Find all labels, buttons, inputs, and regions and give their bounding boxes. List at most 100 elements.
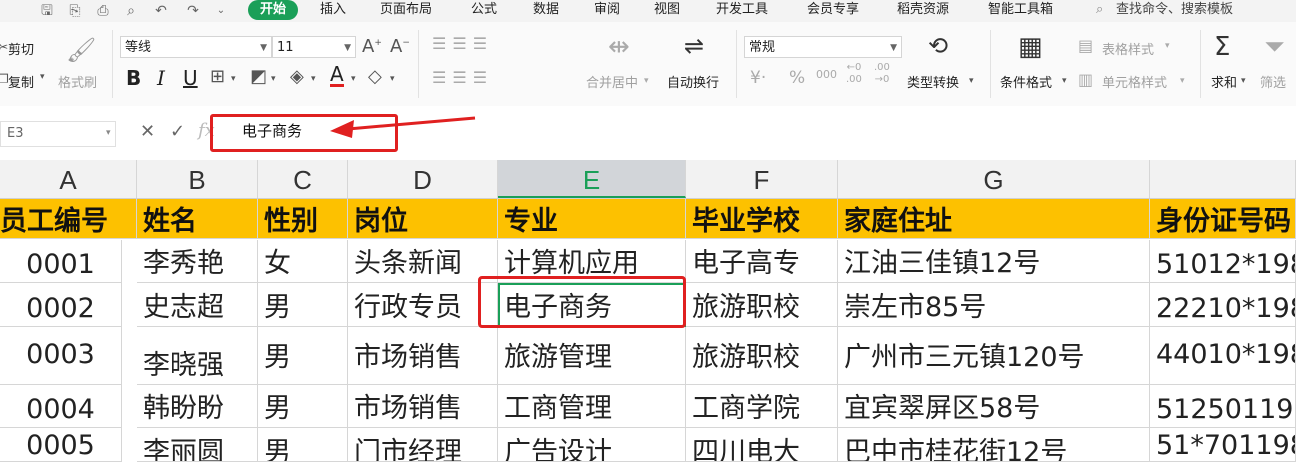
table-cell[interactable]: 0003 [0,327,122,385]
column-header-d[interactable]: D [348,160,498,198]
cancel-icon[interactable]: ✕ [140,121,155,142]
border-icon[interactable]: ⊞ [210,66,225,87]
table-style-button[interactable]: 表格样式 [1102,39,1154,58]
column-header-a[interactable]: A [0,160,137,198]
chevron-down-icon[interactable]: ▾ [1180,76,1185,86]
tab-docer-resources[interactable]: 稻壳资源 [897,0,949,22]
column-header-f[interactable]: F [686,160,838,198]
cell-style-icon[interactable]: ▥ [1078,70,1093,89]
chevron-down-icon[interactable]: ▾ [231,74,236,84]
chevron-down-icon[interactable]: ▾ [351,74,356,84]
underline-icon[interactable]: U [183,66,198,90]
chevron-down-icon[interactable]: ▾ [969,76,974,86]
chevron-down-icon[interactable]: ▾ [1062,76,1067,86]
scissors-icon[interactable]: ✂ [0,40,8,54]
tab-smart-toolbox[interactable]: 智能工具箱 [988,0,1053,22]
thousands-icon[interactable]: 000 [816,68,837,81]
tab-view[interactable]: 视图 [654,0,680,22]
table-cell[interactable]: 广告设计 [498,428,686,462]
print-icon[interactable]: ⎙ [94,2,112,20]
table-cell[interactable]: 0002 [0,283,122,327]
chevron-down-icon[interactable]: ▾ [106,128,111,138]
column-header-g[interactable]: G [838,160,1150,198]
font-size-select[interactable]: 11 ▼ [272,36,356,58]
column-header-h[interactable] [1150,160,1296,198]
tab-developer[interactable]: 开发工具 [716,0,768,22]
number-format-select[interactable]: 常规 ▼ [744,36,902,58]
merge-center-button[interactable]: 合并居中 [586,72,638,91]
format-painter-icon[interactable]: 🖌 [66,36,96,64]
type-convert-icon[interactable]: ⟲ [928,32,948,60]
type-convert-button[interactable]: 类型转换 [907,72,959,91]
sum-button[interactable]: 求和 [1211,72,1237,91]
table-cell[interactable]: 李秀艳 [137,240,258,283]
table-cell[interactable]: 旅游职校 [686,283,838,327]
cell-style-button[interactable]: 单元格样式 [1102,72,1167,91]
chevron-down-icon[interactable]: ▾ [1241,76,1246,86]
table-cell[interactable]: 韩盼盼 [137,385,258,428]
tab-review[interactable]: 审阅 [594,0,620,22]
cut-button[interactable]: 剪切 [8,39,34,58]
table-cell[interactable]: 0001 [0,240,122,283]
table-cell[interactable]: 51012*198 [1150,240,1296,283]
copy-button[interactable]: 复制 [8,72,34,91]
merge-center-icon[interactable]: ⇹ [608,32,630,62]
column-header-b[interactable]: B [137,160,258,198]
horizontal-align-icons[interactable]: ☰☰☰ [432,68,493,87]
percent-icon[interactable]: % [789,68,805,88]
header-cell[interactable]: 毕业学校 [686,199,838,239]
tab-formulas[interactable]: 公式 [471,0,497,22]
search-icon[interactable]: ⌕ [1096,0,1103,22]
table-cell[interactable]: 头条新闻 [348,240,498,283]
chevron-down-icon[interactable]: ▾ [390,74,395,84]
header-cell[interactable]: 性别 [258,199,348,239]
table-cell[interactable]: 市场销售 [348,327,498,385]
decrease-font-icon[interactable]: A− [390,36,410,57]
export-icon[interactable]: ⎘ [66,2,84,20]
table-cell[interactable]: 崇左市85号 [838,283,1150,327]
vertical-align-icons[interactable]: ☰☰☰ [432,34,493,53]
header-cell[interactable]: 家庭住址 [838,199,1150,239]
table-cell[interactable]: 门市经理 [348,428,498,462]
table-cell[interactable]: 0005 [0,428,122,462]
table-cell[interactable]: 男 [258,327,348,385]
wrap-text-icon[interactable]: ⇌ [684,32,704,60]
header-cell[interactable]: 姓名 [137,199,258,239]
fill-color-icon[interactable]: ◈ [290,66,304,87]
conditional-format-button[interactable]: 条件格式 [1000,72,1052,91]
italic-icon[interactable]: I [157,66,165,90]
table-cell[interactable]: 旅游职校 [686,327,838,385]
conditional-format-icon[interactable]: ▦ [1018,32,1043,62]
table-cell[interactable]: 工商管理 [498,385,686,428]
table-cell[interactable]: 512501198 [1150,385,1296,428]
font-color-icon[interactable]: A [330,64,344,87]
table-cell[interactable]: 巴中市桂花街12号 [838,428,1150,462]
chevron-down-icon[interactable]: ⌄ [212,2,230,20]
table-cell[interactable]: 李丽圆 [137,428,258,462]
table-cell[interactable]: 旅游管理 [498,327,686,385]
tab-data[interactable]: 数据 [533,0,559,22]
table-cell[interactable]: 四川电大 [686,428,838,462]
wrap-text-button[interactable]: 自动换行 [667,72,719,91]
name-box[interactable]: E3 [0,121,116,147]
chevron-down-icon[interactable]: ▾ [644,76,649,86]
tab-start[interactable]: 开始 [248,0,298,20]
undo-icon[interactable]: ↶ [152,2,170,20]
table-cell[interactable]: 李晓强 [137,327,258,385]
chevron-down-icon[interactable]: ▾ [1165,41,1170,51]
table-cell[interactable]: 男 [258,385,348,428]
table-cell[interactable]: 工商学院 [686,385,838,428]
table-cell[interactable]: 女 [258,240,348,283]
increase-font-icon[interactable]: A+ [362,36,382,57]
bold-icon[interactable]: B [126,66,141,90]
clear-format-icon[interactable]: ◇ [368,66,382,87]
table-cell[interactable]: 江油三佳镇12号 [838,240,1150,283]
column-header-c[interactable]: C [258,160,348,198]
tab-membership[interactable]: 会员专享 [807,0,859,22]
table-cell[interactable]: 51*701198 [1150,428,1296,462]
cell-shading-icon[interactable]: ◩ [250,66,267,87]
currency-icon[interactable]: ¥· [750,68,766,88]
tab-insert[interactable]: 插入 [320,0,346,22]
table-cell[interactable]: 电子高专 [686,240,838,283]
header-cell[interactable]: 专业 [498,199,686,239]
